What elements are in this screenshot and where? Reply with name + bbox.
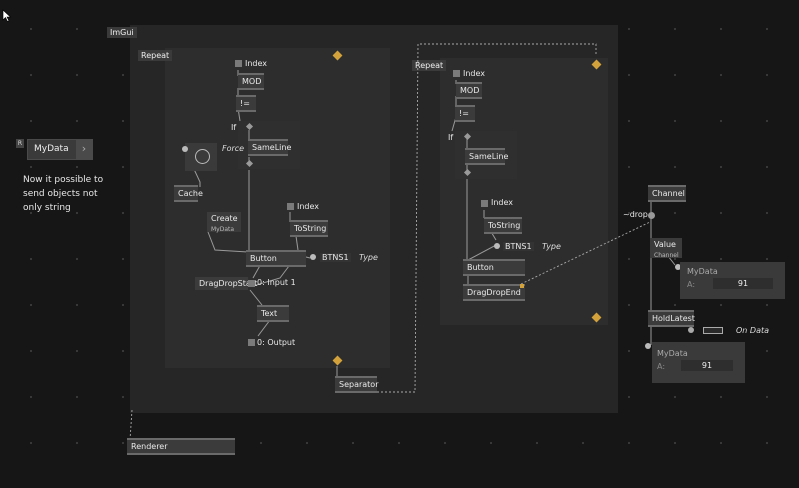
mydata-selector[interactable]: MyData › [27, 139, 93, 160]
create-label: Create [211, 214, 238, 223]
index-io-box[interactable] [235, 60, 242, 67]
drop-pin[interactable] [648, 212, 655, 219]
mydata-box2-value[interactable]: 91 [681, 360, 733, 371]
mydata-box1-a: A: [687, 280, 696, 289]
drop-label: ~drop [623, 210, 648, 219]
mydata-iobox-2[interactable]: MyData A: 91 [652, 342, 745, 383]
dragdropend-pin[interactable] [520, 284, 524, 288]
mydata-box1-value[interactable]: 91 [713, 278, 773, 289]
tostring-node-left[interactable]: ToString [290, 220, 328, 237]
create-sublabel: MyData [211, 226, 235, 233]
mydata-box2-pin[interactable] [645, 343, 651, 349]
input1-label: 0: Input 1 [257, 278, 296, 287]
button-node-left[interactable]: Button [246, 250, 306, 267]
mod-node-left[interactable]: MOD [238, 73, 264, 90]
create-node[interactable]: Create MyData [207, 212, 241, 233]
input1-io-box[interactable] [248, 280, 255, 287]
button-node-right[interactable]: Button [463, 259, 525, 276]
sameline-node-right[interactable]: SameLine [465, 148, 508, 165]
index2-label-right: Index [491, 198, 514, 207]
separator-node[interactable]: Separator [335, 376, 379, 393]
index-io-box-right[interactable] [453, 70, 460, 77]
toggle-circle-icon [195, 149, 210, 164]
btns1-iobox-left[interactable]: BTNS1 [320, 253, 351, 262]
output-io-box[interactable] [248, 339, 255, 346]
mydata-selector-label: MyData [34, 144, 69, 154]
type-label-left: Type [359, 253, 378, 262]
ondata-toggle[interactable] [703, 327, 723, 334]
output-label: 0: Output [257, 338, 296, 347]
tostring-node-right[interactable]: ToString [484, 217, 522, 234]
holdlatest-node[interactable]: HoldLatest [648, 310, 695, 327]
value-sublabel: Channel [654, 252, 679, 259]
btns1-iobox-right[interactable]: BTNS1 [503, 242, 534, 251]
channel-node[interactable]: Channel [648, 185, 686, 202]
if-label-left: If [231, 123, 237, 132]
note-line-3: only string [23, 203, 71, 213]
btns1-pin-left[interactable] [310, 254, 316, 260]
mydata-iobox-1[interactable]: MyData A: 91 [680, 262, 785, 299]
r-badge: R [16, 139, 24, 148]
mod-node-right[interactable]: MOD [456, 82, 482, 99]
dragdropstart-node[interactable]: DragDropStart [195, 277, 257, 290]
renderer-node[interactable]: Renderer [127, 438, 235, 455]
chevron-right-icon[interactable]: › [76, 140, 92, 159]
index-label-right: Index [463, 69, 486, 78]
dragdropend-node[interactable]: DragDropEnd [463, 284, 525, 301]
note-line-2: send objects not [23, 189, 98, 199]
value-node[interactable]: Value Channel [650, 238, 682, 259]
mydata-box2-a: A: [657, 362, 666, 371]
force-toggle[interactable] [185, 143, 217, 171]
index2-io-box[interactable] [287, 203, 294, 210]
index-label-left: Index [245, 59, 268, 68]
mydata-box1-title: MyData [687, 267, 718, 276]
note-line-1: Now it possible to [23, 175, 104, 185]
value-label: Value [654, 240, 676, 249]
mydata-box2-title: MyData [657, 349, 688, 358]
text-node[interactable]: Text [257, 305, 289, 322]
index2-label-left: Index [297, 202, 320, 211]
neq-node-right[interactable]: != [455, 105, 475, 122]
type-label-right: Type [542, 242, 561, 251]
sameline-node-left[interactable]: SameLine [248, 139, 291, 156]
force-toggle-pin[interactable] [182, 146, 188, 152]
cache-node[interactable]: Cache [174, 185, 203, 202]
ondata-label: On Data [736, 326, 770, 335]
neq-node-left[interactable]: != [236, 95, 256, 112]
note-text: Now it possible to send objects not only… [23, 173, 103, 215]
ondata-pin[interactable] [688, 327, 694, 333]
force-label: Force [222, 144, 245, 153]
if-label-right: If [448, 133, 454, 142]
btns1-pin-right[interactable] [494, 243, 500, 249]
index2-io-box-right[interactable] [481, 200, 488, 207]
